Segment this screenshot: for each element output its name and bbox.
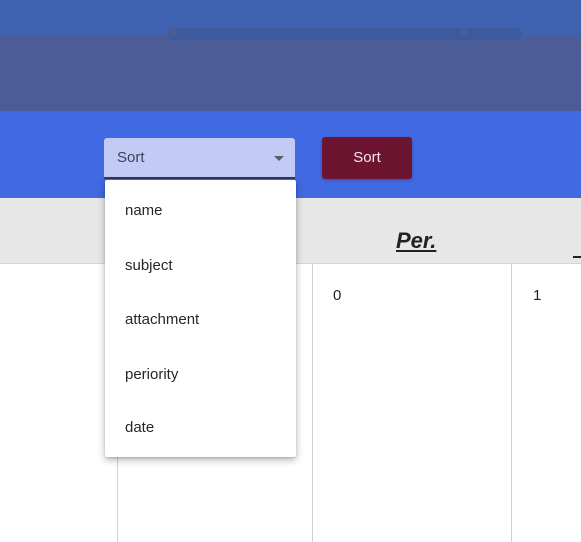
top-banner-dot-left bbox=[170, 28, 178, 36]
top-banner-pill bbox=[168, 28, 522, 40]
column-divider bbox=[312, 264, 313, 542]
sort-option-periority[interactable]: periority bbox=[105, 351, 296, 399]
sort-option-name[interactable]: name bbox=[105, 187, 296, 235]
sort-select-value: Sort bbox=[117, 149, 145, 166]
top-banner-dot-right bbox=[460, 28, 468, 36]
column-header-next[interactable] bbox=[573, 232, 581, 258]
column-divider bbox=[511, 264, 512, 542]
sort-dropdown-menu: name subject attachment periority date bbox=[105, 180, 296, 457]
sort-button[interactable]: Sort bbox=[322, 137, 412, 179]
column-header-per[interactable]: Per. bbox=[396, 228, 436, 254]
sort-option-subject[interactable]: subject bbox=[105, 242, 296, 290]
table-cell-value: 0 bbox=[333, 287, 342, 304]
table-cell-value: 1 bbox=[533, 287, 542, 304]
caret-down-icon bbox=[274, 156, 284, 161]
sort-option-date[interactable]: date bbox=[105, 404, 296, 452]
sort-option-attachment[interactable]: attachment bbox=[105, 296, 296, 344]
sort-select[interactable]: Sort bbox=[104, 138, 295, 179]
